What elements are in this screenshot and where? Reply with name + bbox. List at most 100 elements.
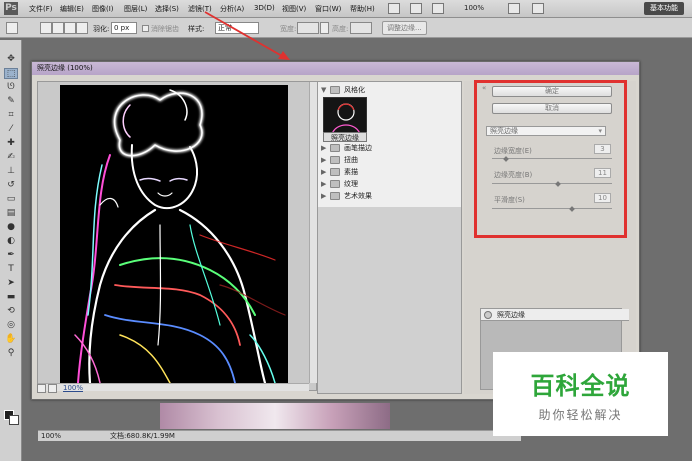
preview-image[interactable]: [60, 85, 288, 383]
folder-texture[interactable]: ▶ 纹理: [318, 178, 463, 190]
healing-brush-tool-icon[interactable]: ✚: [4, 138, 18, 149]
zoom-value[interactable]: 100%: [63, 383, 83, 393]
menu-3d[interactable]: 3D(D): [254, 4, 275, 12]
folder-brush-strokes[interactable]: ▶ 画笔描边: [318, 142, 463, 154]
background-color-swatch[interactable]: [9, 415, 19, 425]
collapsed-triangle-icon: ▶: [321, 168, 327, 176]
expanded-triangle-icon: ▼: [321, 86, 327, 94]
effect-layer-row[interactable]: 照亮边缘: [481, 309, 629, 321]
antialias-label: 消除锯齿: [151, 25, 179, 33]
zoom-in-button[interactable]: [48, 383, 57, 393]
grid-icon[interactable]: [432, 3, 444, 14]
menu-bar: Ps 文件(F) 编辑(E) 图像(I) 图层(L) 选择(S) 滤镜(T) 分…: [0, 0, 692, 18]
watermark-logo: 百科全说 助你轻松解决: [493, 352, 668, 436]
bridge-icon[interactable]: [388, 3, 400, 14]
width-label: 宽度:: [280, 25, 297, 33]
add-selection-icon[interactable]: [52, 22, 64, 34]
status-zoom[interactable]: 100%: [41, 431, 61, 441]
feather-input[interactable]: 0 px: [111, 22, 137, 34]
zoom-controls: 100%: [37, 383, 97, 393]
preview-area: [37, 81, 317, 391]
type-tool-icon[interactable]: T: [4, 264, 18, 275]
swap-icon[interactable]: [320, 22, 329, 34]
screen-mode-icon[interactable]: [532, 3, 544, 14]
folder-icon: [330, 180, 340, 188]
collapsed-triangle-icon: ▶: [321, 180, 327, 188]
menu-help[interactable]: 帮助(H): [350, 4, 375, 14]
style-label: 样式:: [188, 25, 205, 33]
minibridge-icon[interactable]: [410, 3, 422, 14]
workspace-button[interactable]: 基本功能: [644, 2, 684, 15]
glowing-edges-preview: [60, 85, 288, 383]
document-status-bar: 100% 文档:680.8K/1.99M: [38, 430, 521, 441]
quick-selection-tool-icon[interactable]: ✎: [4, 96, 18, 107]
eyedropper-tool-icon[interactable]: ⁄: [4, 124, 18, 135]
folder-icon: [330, 192, 340, 200]
watermark-subtitle: 助你轻松解决: [538, 408, 623, 422]
zoom-out-button[interactable]: [37, 383, 46, 393]
crop-tool-icon[interactable]: ⌗: [4, 110, 18, 121]
lasso-tool-icon[interactable]: ᘎ: [4, 82, 18, 93]
marquee-tool-preset-icon[interactable]: [6, 22, 18, 34]
folder-stylize[interactable]: ▼ 风格化: [318, 84, 463, 96]
preview-vertical-scrollbar[interactable]: [309, 82, 317, 383]
antialias-checkbox[interactable]: [142, 25, 149, 32]
collapsed-triangle-icon: ▶: [321, 144, 327, 152]
folder-icon: [330, 144, 340, 152]
height-label: 高度:: [332, 25, 349, 33]
highlight-annotation-frame: [474, 80, 627, 238]
menu-view[interactable]: 视图(V): [282, 4, 306, 14]
height-input[interactable]: [350, 22, 372, 34]
width-input[interactable]: [297, 22, 319, 34]
clone-stamp-tool-icon[interactable]: ⊥: [4, 166, 18, 177]
zoom-tool-icon[interactable]: ⚲: [4, 348, 18, 359]
eye-icon[interactable]: [484, 311, 492, 319]
photoshop-logo: Ps: [4, 2, 18, 15]
shape-tool-icon[interactable]: ▬: [4, 292, 18, 303]
intersect-selection-icon[interactable]: [76, 22, 88, 34]
hand-tool-icon[interactable]: ✋: [4, 334, 18, 345]
refine-edge-button[interactable]: 调整边缘...: [382, 21, 427, 35]
tools-panel: ✥ ⬚ ᘎ ✎ ⌗ ⁄ ✚ ✍ ⊥ ↺ ▭ ▤ ● ◐ ✒ T ➤ ▬ ⟲ ◎ …: [0, 40, 22, 461]
menu-layer[interactable]: 图层(L): [124, 4, 147, 14]
arrange-documents-icon[interactable]: [508, 3, 520, 14]
folder-sketch[interactable]: ▶ 素描: [318, 166, 463, 178]
status-doc-size: 文档:680.8K/1.99M: [110, 432, 175, 440]
folder-icon: [330, 86, 340, 94]
zoom-select[interactable]: 100%: [462, 3, 502, 15]
menu-filter[interactable]: 滤镜(T): [188, 4, 212, 14]
menu-edit[interactable]: 编辑(E): [60, 4, 84, 14]
history-brush-tool-icon[interactable]: ↺: [4, 180, 18, 191]
blur-tool-icon[interactable]: ●: [4, 222, 18, 233]
document-canvas: [160, 403, 390, 429]
collapsed-triangle-icon: ▶: [321, 192, 327, 200]
feather-label: 羽化:: [93, 25, 110, 33]
menu-file[interactable]: 文件(F): [29, 4, 53, 14]
filter-category-list: ▼ 风格化 照亮边缘 ▶ 画笔描边 ▶ 扭曲 ▶ 素描 ▶ 纹理 ▶ 艺术效果: [317, 81, 462, 394]
path-selection-tool-icon[interactable]: ➤: [4, 278, 18, 289]
collapsed-triangle-icon: ▶: [321, 156, 327, 164]
gradient-tool-icon[interactable]: ▤: [4, 208, 18, 219]
folder-distort[interactable]: ▶ 扭曲: [318, 154, 463, 166]
style-select[interactable]: 正常: [215, 22, 259, 34]
pen-tool-icon[interactable]: ✒: [4, 250, 18, 261]
menu-window[interactable]: 窗口(W): [315, 4, 341, 14]
filter-thumbnail-glowing-edges[interactable]: [323, 97, 367, 133]
thumbnail-label: 照亮边缘: [323, 132, 367, 142]
move-tool-icon[interactable]: ✥: [4, 54, 18, 65]
rectangular-marquee-tool-icon[interactable]: ⬚: [4, 68, 18, 79]
3d-rotate-tool-icon[interactable]: ⟲: [4, 306, 18, 317]
subtract-selection-icon[interactable]: [64, 22, 76, 34]
folder-icon: [330, 168, 340, 176]
folder-icon: [330, 156, 340, 164]
3d-orbit-tool-icon[interactable]: ◎: [4, 320, 18, 331]
menu-analysis[interactable]: 分析(A): [220, 4, 244, 14]
folder-artistic[interactable]: ▶ 艺术效果: [318, 190, 463, 202]
menu-select[interactable]: 选择(S): [155, 4, 179, 14]
dodge-tool-icon[interactable]: ◐: [4, 236, 18, 247]
new-selection-icon[interactable]: [40, 22, 52, 34]
menu-image[interactable]: 图像(I): [92, 4, 114, 14]
brush-tool-icon[interactable]: ✍: [4, 152, 18, 163]
options-bar: 羽化: 0 px 消除锯齿 样式: 正常 宽度: 高度: 调整边缘...: [0, 18, 692, 38]
eraser-tool-icon[interactable]: ▭: [4, 194, 18, 205]
